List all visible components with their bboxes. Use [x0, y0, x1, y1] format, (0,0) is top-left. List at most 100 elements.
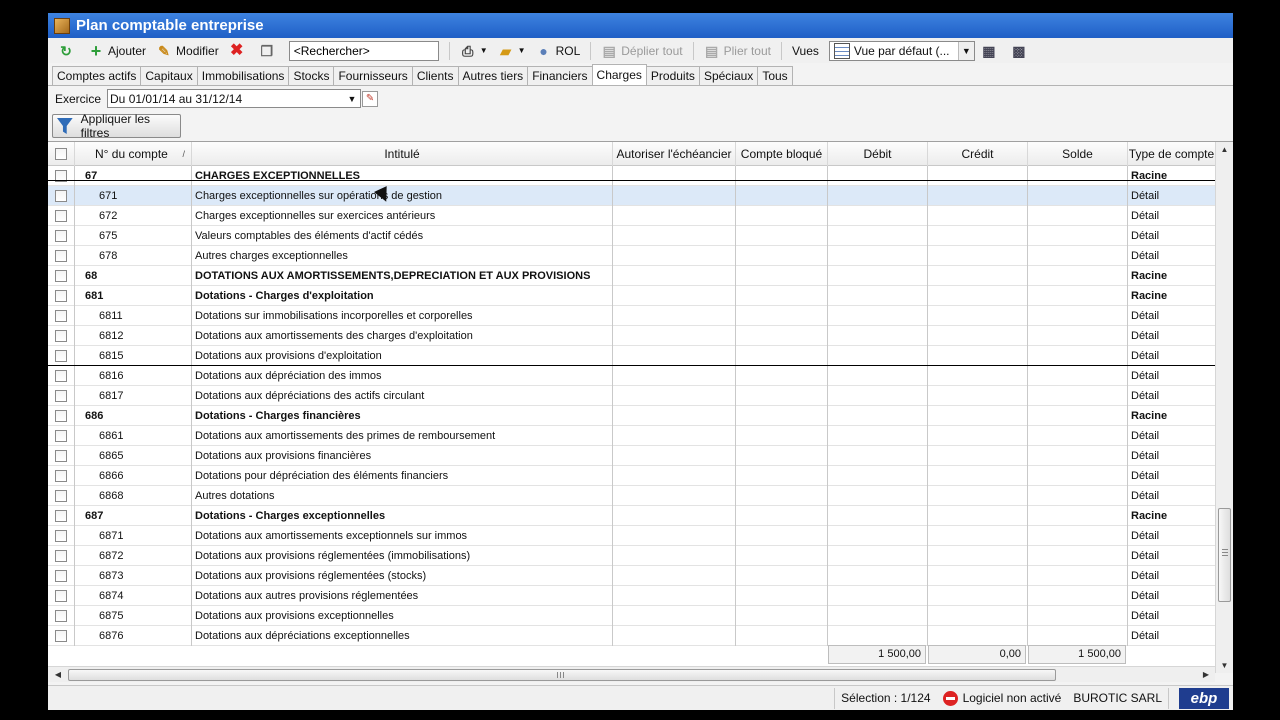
view-settings-button[interactable]: ▦	[977, 40, 1005, 62]
row-checkbox[interactable]	[48, 446, 75, 466]
checkbox[interactable]	[55, 430, 67, 442]
add-button[interactable]: + Ajouter	[84, 40, 150, 62]
table-row[interactable]: 687 Dotations - Charges exceptionnelles Ra…	[48, 506, 1215, 526]
table-row[interactable]: 6873 Dotations aux provisions réglementée…	[48, 566, 1215, 586]
table-row[interactable]: 6812 Dotations aux amortissements des cha…	[48, 326, 1215, 346]
checkbox[interactable]	[55, 290, 67, 302]
chevron-down-icon[interactable]: ▼	[957, 41, 974, 60]
view-select[interactable]: Vue par défaut (... ▼	[828, 40, 975, 61]
expand-all-button[interactable]: ▤ Déplier tout	[597, 40, 686, 62]
chevron-down-icon[interactable]: ▼	[344, 90, 360, 107]
tab-financiers[interactable]: Financiers	[527, 66, 593, 85]
row-checkbox[interactable]	[48, 626, 75, 646]
checkbox[interactable]	[55, 550, 67, 562]
license-status[interactable]: Logiciel non activé	[937, 688, 1068, 709]
exercice-select[interactable]: Du 01/01/14 au 31/12/14 ▼	[107, 89, 362, 108]
print-button[interactable]: ⎙ ▼	[456, 40, 492, 62]
table-row[interactable]: 678 Autres charges exceptionnelles Détail	[48, 246, 1215, 266]
row-checkbox[interactable]	[48, 306, 75, 326]
delete-button[interactable]: ✖	[225, 40, 253, 62]
row-checkbox[interactable]	[48, 606, 75, 626]
row-checkbox[interactable]	[48, 546, 75, 566]
table-row[interactable]: 6876 Dotations aux dépréciations exceptio…	[48, 626, 1215, 646]
checkbox[interactable]	[55, 230, 67, 242]
tab-autres-tiers[interactable]: Autres tiers	[457, 66, 529, 85]
tab-speciaux[interactable]: Spéciaux	[698, 66, 759, 85]
refresh-button[interactable]: ↻	[54, 40, 82, 62]
tab-capitaux[interactable]: Capitaux	[140, 66, 198, 85]
checkbox[interactable]	[55, 310, 67, 322]
row-checkbox[interactable]	[48, 426, 75, 446]
table-row[interactable]: 6861 Dotations aux amortissements des pri…	[48, 426, 1215, 446]
tab-charges[interactable]: Charges	[591, 64, 647, 85]
checkbox[interactable]	[55, 490, 67, 502]
scroll-down-icon[interactable]: ▼	[1216, 658, 1233, 673]
table-row[interactable]: 675 Valeurs comptables des éléments d'act…	[48, 226, 1215, 246]
table-row[interactable]: 68 DOTATIONS AUX AMORTISSEMENTS,DEPRECIAT…	[48, 266, 1215, 286]
tab-tous[interactable]: Tous	[757, 66, 793, 85]
checkbox[interactable]	[55, 470, 67, 482]
checkbox[interactable]	[55, 190, 67, 202]
row-checkbox[interactable]	[48, 526, 75, 546]
table-row[interactable]: 672 Charges exceptionnelles sur exercices…	[48, 206, 1215, 226]
row-checkbox[interactable]	[48, 466, 75, 486]
row-checkbox[interactable]	[48, 366, 75, 386]
column-header-compte-bloque[interactable]: Compte bloqué	[736, 142, 828, 166]
tab-clients[interactable]: Clients	[411, 66, 459, 85]
table-row[interactable]: 6866 Dotations pour dépréciation des élém…	[48, 466, 1215, 486]
tab-produits[interactable]: Produits	[645, 66, 700, 85]
scroll-left-icon[interactable]: ◀	[50, 667, 66, 683]
vertical-scrollbar[interactable]: ▲ ▼	[1215, 142, 1233, 673]
checkbox[interactable]	[55, 570, 67, 582]
checkbox[interactable]	[55, 590, 67, 602]
row-checkbox[interactable]	[48, 206, 75, 226]
row-checkbox[interactable]	[48, 406, 75, 426]
row-checkbox[interactable]	[48, 226, 75, 246]
row-checkbox[interactable]	[48, 566, 75, 586]
row-checkbox[interactable]	[48, 386, 75, 406]
search-input[interactable]	[288, 40, 439, 61]
tab-stocks[interactable]: Stocks	[288, 66, 335, 85]
column-header-solde[interactable]: Solde	[1028, 142, 1128, 166]
tab-fournisseurs[interactable]: Fournisseurs	[333, 66, 413, 85]
table-row[interactable]: 6871 Dotations aux amortissements excepti…	[48, 526, 1215, 546]
checkbox[interactable]	[55, 250, 67, 262]
table-row[interactable]: 6872 Dotations aux provisions réglementée…	[48, 546, 1215, 566]
tab-comptes-actifs[interactable]: Comptes actifs	[52, 66, 142, 85]
edit-exercice-icon[interactable]: ✎	[362, 90, 379, 107]
checkbox[interactable]	[55, 330, 67, 342]
row-checkbox[interactable]	[48, 186, 75, 206]
table-row[interactable]: 6817 Dotations aux dépréciations des acti…	[48, 386, 1215, 406]
checkbox[interactable]	[55, 610, 67, 622]
table-row[interactable]: 6811 Dotations sur immobilisations incorp…	[48, 306, 1215, 326]
horizontal-scroll-thumb[interactable]	[68, 669, 1056, 681]
row-checkbox[interactable]	[48, 286, 75, 306]
tab-immobilisations[interactable]: Immobilisations	[196, 66, 290, 85]
table-row[interactable]: 671 Charges exceptionnelles sur opération…	[48, 186, 1215, 206]
scroll-right-icon[interactable]: ▶	[1198, 667, 1214, 683]
table-row[interactable]: 6865 Dotations aux provisions financières…	[48, 446, 1215, 466]
column-header-type[interactable]: Type de compte	[1128, 142, 1215, 166]
row-checkbox[interactable]	[48, 506, 75, 526]
table-row[interactable]: 681 Dotations - Charges d'exploitation Rac…	[48, 286, 1215, 306]
row-checkbox[interactable]	[48, 166, 75, 186]
row-checkbox[interactable]	[48, 486, 75, 506]
table-row[interactable]: 6815 Dotations aux provisions d'exploitat…	[48, 346, 1215, 366]
checkbox[interactable]	[55, 510, 67, 522]
select-all-checkbox[interactable]	[48, 142, 75, 166]
column-header-intitule[interactable]: Intitulé	[192, 142, 613, 166]
table-row[interactable]: 6874 Dotations aux autres provisions régl…	[48, 586, 1215, 606]
row-checkbox[interactable]	[48, 266, 75, 286]
export-button[interactable]: ▰ ▼	[494, 40, 530, 62]
row-checkbox[interactable]	[48, 586, 75, 606]
checkbox[interactable]	[55, 270, 67, 282]
edit-button[interactable]: ✎ Modifier	[152, 40, 223, 62]
checkbox[interactable]	[55, 210, 67, 222]
checkbox[interactable]	[55, 148, 67, 160]
table-row[interactable]: 6875 Dotations aux provisions exceptionne…	[48, 606, 1215, 626]
rol-button[interactable]: ● ROL	[532, 40, 585, 62]
table-row[interactable]: 686 Dotations - Charges financières Racine	[48, 406, 1215, 426]
table-row[interactable]: 6816 Dotations aux dépréciation des immos…	[48, 366, 1215, 386]
checkbox[interactable]	[55, 410, 67, 422]
column-header-echeancier[interactable]: Autoriser l'échéancier	[613, 142, 736, 166]
